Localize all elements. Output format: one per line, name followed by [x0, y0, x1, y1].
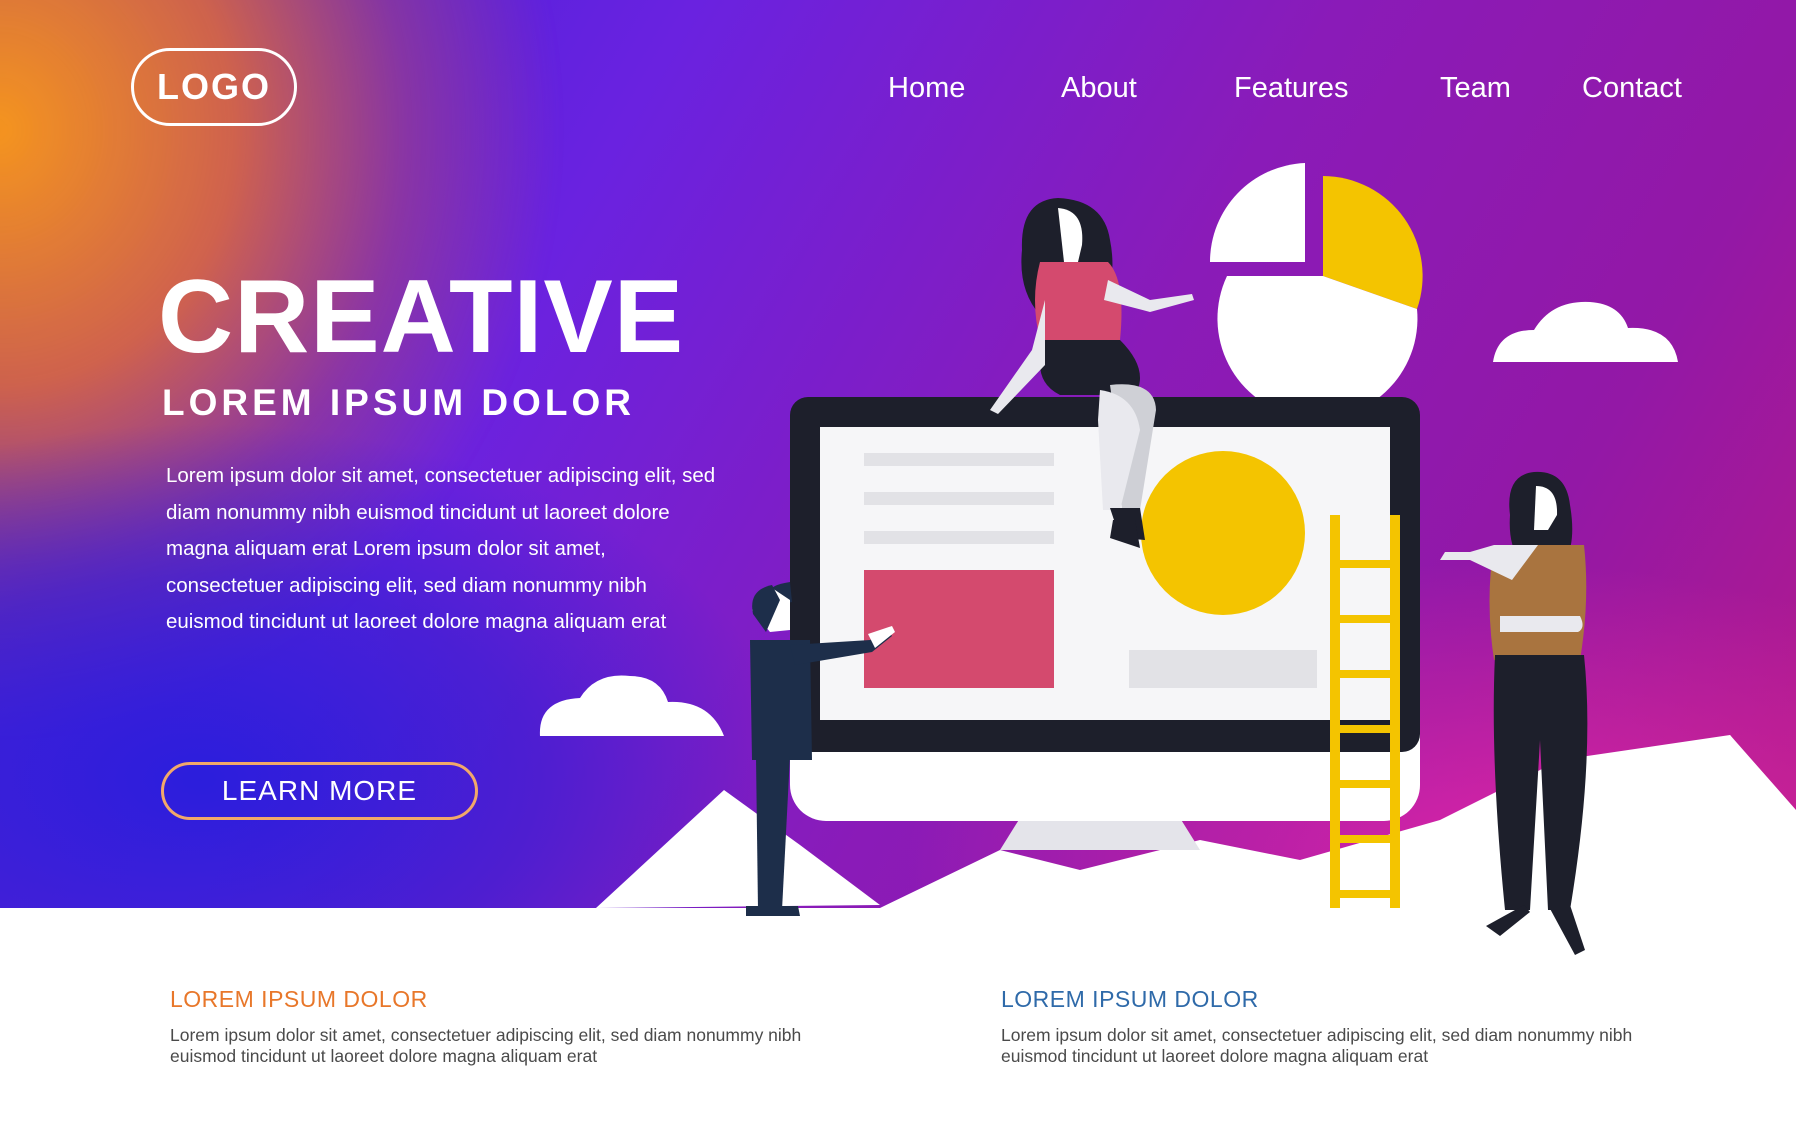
- nav-item-contact[interactable]: Contact: [1582, 72, 1682, 105]
- hero-subtitle: LOREM IPSUM DOLOR: [162, 382, 635, 423]
- nav-item-about[interactable]: About: [1061, 72, 1137, 105]
- learn-more-button[interactable]: LEARN MORE: [161, 762, 478, 820]
- pie-chart-graphic: [1210, 163, 1423, 419]
- feature-block-1: LOREM IPSUM DOLOR Lorem ipsum dolor sit …: [170, 986, 830, 1067]
- feature-title-1: LOREM IPSUM DOLOR: [170, 986, 428, 1012]
- nav-item-team[interactable]: Team: [1440, 72, 1511, 105]
- feature-text-2: Lorem ipsum dolor sit amet, consectetuer…: [1001, 1025, 1633, 1066]
- cloud-left: [539, 675, 724, 736]
- nav-item-features[interactable]: Features: [1234, 72, 1348, 105]
- feature-title-2: LOREM IPSUM DOLOR: [1001, 986, 1259, 1012]
- feature-block-2: LOREM IPSUM DOLOR Lorem ipsum dolor sit …: [1001, 986, 1661, 1067]
- hero-body-text: Lorem ipsum dolor sit amet, consectetuer…: [166, 464, 716, 633]
- nav-item-home[interactable]: Home: [888, 72, 965, 105]
- hero-title: CREATIVE: [158, 259, 685, 375]
- main-nav: Home About Features Team Contact: [0, 72, 1796, 112]
- feature-text-1: Lorem ipsum dolor sit amet, consectetuer…: [170, 1025, 802, 1066]
- cloud-right: [1493, 301, 1678, 362]
